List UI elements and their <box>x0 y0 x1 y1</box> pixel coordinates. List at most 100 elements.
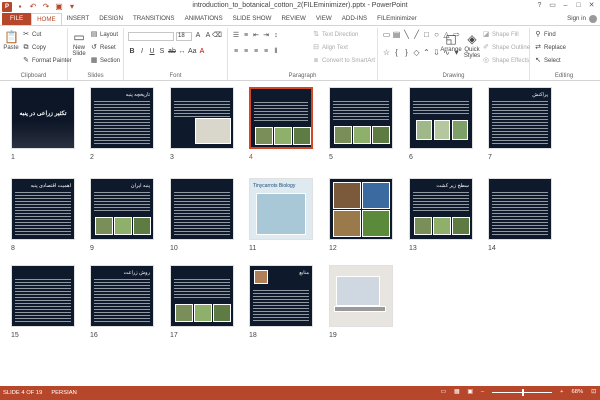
paste-button[interactable]: 📋 Paste <box>2 30 20 51</box>
fit-slide-icon[interactable]: ⊡ <box>591 389 596 395</box>
tab-design[interactable]: DESIGN <box>94 13 128 25</box>
tab-add-ins[interactable]: ADD-INS <box>337 13 372 25</box>
zoom-slider-thumb[interactable] <box>522 388 525 396</box>
slide-thumbnail[interactable] <box>249 87 313 149</box>
decrease-indent-icon[interactable]: ⇤ <box>252 32 260 40</box>
spacing-icon[interactable]: ↔ <box>178 48 186 56</box>
tab-file[interactable]: FILE <box>2 13 32 25</box>
sign-in-link[interactable]: Sign in <box>567 15 586 22</box>
layout-button[interactable]: ▤ Layout <box>90 31 118 39</box>
tab-review[interactable]: REVIEW <box>276 13 310 25</box>
shape-effects-button[interactable]: ◎ Shape Effects <box>482 57 529 65</box>
quick-styles-button[interactable]: ◈ Quick Styles <box>462 32 482 59</box>
tab-fileminimizer[interactable]: FILEminimizer <box>372 13 422 25</box>
zoom-level[interactable]: 68% <box>572 389 584 395</box>
find-button[interactable]: ⚲ Find <box>534 31 555 39</box>
minimize-button[interactable]: – <box>559 0 572 11</box>
select-button[interactable]: ↖ Select <box>534 57 561 65</box>
slide-thumbnail[interactable] <box>329 87 393 149</box>
increase-indent-icon[interactable]: ⇥ <box>262 32 270 40</box>
change-case-icon[interactable]: Aa <box>188 48 197 56</box>
textbox-shape-icon[interactable]: ▤ <box>392 30 401 40</box>
slide-thumbnail[interactable] <box>170 265 234 327</box>
line-shape-icon[interactable]: ╲ <box>402 30 411 40</box>
zoom-in-icon[interactable]: + <box>560 389 563 395</box>
cut-button[interactable]: ✂ Cut <box>22 31 41 39</box>
justify-icon[interactable]: ≡ <box>262 48 270 56</box>
slide-thumbnail[interactable] <box>488 178 552 240</box>
brace2-shape-icon[interactable]: } <box>402 48 411 58</box>
slide-thumbnail[interactable] <box>329 265 393 327</box>
brace-shape-icon[interactable]: { <box>392 48 401 58</box>
arrange-button[interactable]: ◱ Arrange <box>440 32 462 53</box>
align-center-icon[interactable]: ≡ <box>242 48 250 56</box>
rect2-shape-icon[interactable]: □ <box>422 30 431 40</box>
reset-button[interactable]: ↺ Reset <box>90 44 116 52</box>
slide-thumbnail[interactable]: سطح زیر کشت <box>409 178 473 240</box>
tab-slide-show[interactable]: SLIDE SHOW <box>228 13 277 25</box>
paint-bucket-icon: ◪ <box>482 31 490 38</box>
zoom-out-icon[interactable]: – <box>481 389 484 395</box>
numbering-icon[interactable]: ≡ <box>242 32 250 40</box>
shape-fill-button[interactable]: ◪ Shape Fill <box>482 31 519 39</box>
shadow-icon[interactable]: S <box>158 48 166 56</box>
close-button[interactable]: ✕ <box>585 0 598 11</box>
tab-home[interactable]: HOME <box>31 13 62 25</box>
columns-icon[interactable]: ⫴ <box>272 48 280 56</box>
slide-thumbnail[interactable]: اهمیت اقتصادی پنبه <box>11 178 75 240</box>
star-shape-icon[interactable]: ☆ <box>382 48 391 58</box>
user-avatar-icon[interactable] <box>589 15 597 23</box>
slide-thumbnail[interactable]: پنبه ایران <box>90 178 154 240</box>
font-name-box[interactable] <box>128 32 174 41</box>
underline-icon[interactable]: U <box>148 48 156 56</box>
reading-view-icon[interactable]: ▣ <box>467 389 472 395</box>
line-spacing-icon[interactable]: ↕ <box>272 32 280 40</box>
replace-button[interactable]: ⇄ Replace <box>534 44 566 52</box>
copy-button[interactable]: ⧉ Copy <box>22 44 47 52</box>
slide-thumbnail[interactable]: تاریخچه پنبه <box>90 87 154 149</box>
slide-thumbnail[interactable]: Tinycarrots Biology <box>249 178 313 240</box>
font-color-icon[interactable]: A <box>198 48 206 56</box>
callout-shape-icon[interactable]: ◇ <box>412 48 421 58</box>
zoom-slider[interactable] <box>492 388 553 396</box>
tab-transitions[interactable]: TRANSITIONS <box>128 13 180 25</box>
slide-thumbnail[interactable] <box>409 87 473 149</box>
clear-format-icon[interactable]: ⌫ <box>212 32 222 40</box>
bullets-icon[interactable]: ☰ <box>232 32 240 40</box>
italic-icon[interactable]: I <box>138 48 146 56</box>
sorter-view-icon[interactable]: ▦ <box>454 389 459 395</box>
strikethrough-icon[interactable]: ab <box>168 48 176 56</box>
bold-icon[interactable]: B <box>128 48 136 56</box>
maximize-button[interactable]: □ <box>572 0 585 11</box>
text-direction-button[interactable]: ⇅ Text Direction <box>312 31 358 39</box>
align-left-icon[interactable]: ≡ <box>232 48 240 56</box>
replace-icon: ⇄ <box>535 44 541 51</box>
rectangle-shape-icon[interactable]: ▭ <box>382 30 391 40</box>
font-size-box[interactable]: 18 <box>176 32 192 41</box>
help-button[interactable]: ? <box>533 0 546 11</box>
slide-thumbnail[interactable] <box>170 87 234 149</box>
language-indicator[interactable]: PERSIAN <box>51 390 76 396</box>
chevron-shape-icon[interactable]: ⌃ <box>422 48 431 58</box>
slide-thumbnail[interactable]: روش زراعت <box>90 265 154 327</box>
grow-font-icon[interactable]: AA <box>194 32 212 40</box>
format-painter-button[interactable]: ✎ Format Painter <box>22 57 72 65</box>
tab-insert[interactable]: INSERT <box>62 13 95 25</box>
line2-shape-icon[interactable]: ╱ <box>412 30 421 40</box>
normal-view-icon[interactable]: ▭ <box>440 389 445 395</box>
tab-view[interactable]: VIEW <box>311 13 337 25</box>
convert-smartart-button[interactable]: ⧈ Convert to SmartArt <box>312 57 375 65</box>
section-button[interactable]: ▦ Section <box>90 57 120 65</box>
slide-thumbnail[interactable]: پراکنش <box>488 87 552 149</box>
slide-thumbnail[interactable]: منابع <box>249 265 313 327</box>
new-slide-button[interactable]: ▭ New Slide <box>70 30 88 57</box>
slide-thumbnail[interactable]: تکثیر زراعی در پنبه <box>11 87 75 149</box>
align-text-button[interactable]: ⊟ Align Text <box>312 44 348 52</box>
align-right-icon[interactable]: ≡ <box>252 48 260 56</box>
slide-thumbnail[interactable] <box>329 178 393 240</box>
ribbon-display-button[interactable]: ▭ <box>546 0 559 11</box>
slide-thumbnail[interactable] <box>170 178 234 240</box>
tab-animations[interactable]: ANIMATIONS <box>180 13 228 25</box>
slide-thumbnail[interactable] <box>11 265 75 327</box>
shape-outline-button[interactable]: ✐ Shape Outline <box>482 44 530 52</box>
